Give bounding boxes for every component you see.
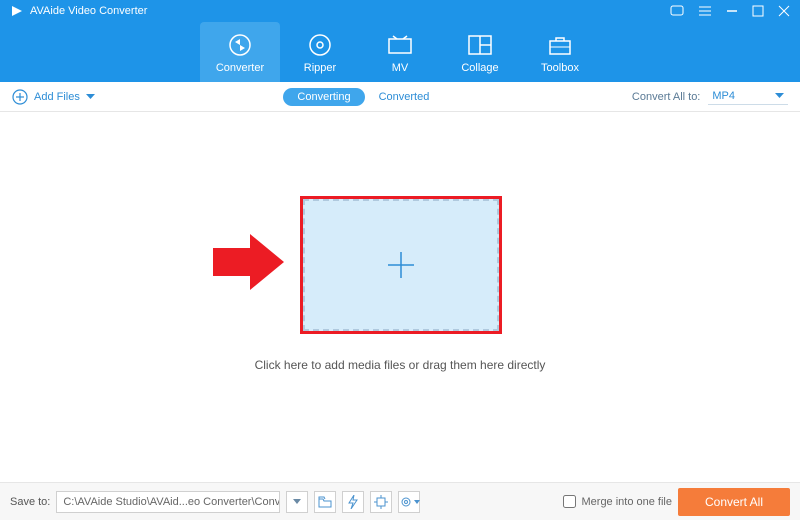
ripper-icon	[307, 31, 333, 59]
close-icon[interactable]	[778, 5, 790, 17]
main-area: Click here to add media files or drag th…	[0, 112, 800, 482]
chevron-down-icon	[293, 499, 301, 504]
dropzone-highlight	[300, 196, 502, 334]
nav-converter[interactable]: Converter	[200, 22, 280, 82]
maximize-icon[interactable]	[752, 5, 764, 17]
nav-label: MV	[392, 62, 409, 74]
tab-converting[interactable]: Converting	[283, 88, 364, 106]
nav-label: Toolbox	[541, 62, 579, 74]
settings-button[interactable]	[398, 491, 420, 513]
tab-converted[interactable]: Converted	[365, 88, 444, 106]
main-nav: Converter Ripper MV Collage Toolbox	[0, 22, 800, 82]
speed-button[interactable]	[342, 491, 364, 513]
nav-label: Collage	[461, 62, 498, 74]
merge-checkbox[interactable]: Merge into one file	[563, 495, 673, 508]
nav-ripper[interactable]: Ripper	[280, 22, 360, 82]
chip-icon	[374, 495, 388, 509]
nav-mv[interactable]: MV	[360, 22, 440, 82]
titlebar: AVAide Video Converter	[0, 0, 800, 22]
open-folder-button[interactable]	[314, 491, 336, 513]
dropzone[interactable]	[303, 199, 499, 331]
chevron-down-icon	[414, 500, 420, 504]
folder-icon	[318, 496, 332, 508]
subbar: Add Files Converting Converted Convert A…	[0, 82, 800, 112]
gpu-button[interactable]	[370, 491, 392, 513]
path-dropdown-button[interactable]	[286, 491, 308, 513]
chevron-down-icon	[775, 93, 784, 99]
feedback-icon[interactable]	[670, 5, 684, 17]
convert-all-button[interactable]: Convert All	[678, 488, 790, 516]
save-to-label: Save to:	[10, 496, 50, 508]
format-value: MP4	[712, 90, 735, 102]
merge-label: Merge into one file	[582, 496, 673, 508]
window-controls	[670, 5, 790, 17]
chevron-down-icon	[86, 94, 95, 100]
lightning-icon	[348, 495, 358, 509]
save-path-value: C:\AVAide Studio\AVAid...eo Converter\Co…	[63, 496, 280, 508]
format-select[interactable]: MP4	[708, 88, 788, 105]
convert-all-to-label: Convert All to:	[632, 91, 700, 103]
converter-icon	[227, 31, 253, 59]
mv-icon	[387, 31, 413, 59]
bottombar: Save to: C:\AVAide Studio\AVAid...eo Con…	[0, 482, 800, 520]
nav-collage[interactable]: Collage	[440, 22, 520, 82]
merge-checkbox-input[interactable]	[563, 495, 576, 508]
dropzone-hint: Click here to add media files or drag th…	[0, 358, 800, 372]
nav-label: Ripper	[304, 62, 336, 74]
collage-icon	[467, 31, 493, 59]
save-path-field[interactable]: C:\AVAide Studio\AVAid...eo Converter\Co…	[56, 491, 280, 513]
toolbox-icon	[547, 31, 573, 59]
app-logo-icon	[10, 4, 24, 18]
menu-icon[interactable]	[698, 5, 712, 17]
plus-icon	[384, 248, 418, 282]
plus-circle-icon	[12, 89, 28, 105]
add-files-button[interactable]: Add Files	[12, 89, 95, 105]
nav-toolbox[interactable]: Toolbox	[520, 22, 600, 82]
nav-label: Converter	[216, 62, 264, 74]
add-files-label: Add Files	[34, 91, 80, 103]
gear-icon	[399, 495, 413, 509]
minimize-icon[interactable]	[726, 5, 738, 17]
annotation-arrow-icon	[208, 230, 288, 294]
app-title: AVAide Video Converter	[30, 5, 670, 17]
